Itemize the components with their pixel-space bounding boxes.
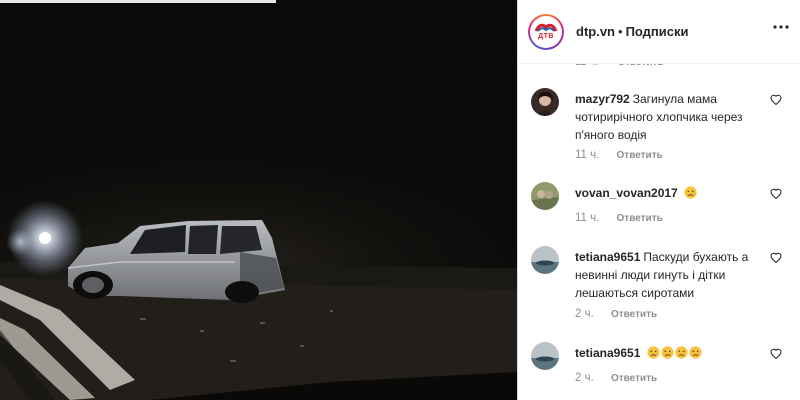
post-header: ДТВ dtp.vn • Подписки	[518, 0, 800, 64]
comment-username[interactable]: tetiana9651	[575, 346, 640, 360]
comment-text: tetiana9651😥😥😥😥	[575, 344, 765, 362]
more-dots-icon[interactable]	[773, 25, 789, 29]
sad-face-icon	[675, 346, 688, 359]
avatar-photo-icon	[531, 342, 559, 370]
heart-icon[interactable]	[770, 348, 782, 360]
post-photo[interactable]	[0, 0, 517, 400]
comment-text: mazyr792 Загинула мама чотирирічного хлоп…	[575, 90, 765, 144]
comment-text: tetiana9651 Паскуди бухають а невинні люд…	[575, 248, 765, 302]
comment-username[interactable]: tetiana9651	[575, 250, 640, 264]
commenter-avatar[interactable]	[531, 246, 559, 274]
heart-icon[interactable]	[770, 94, 782, 106]
sad-face-icon	[647, 346, 660, 359]
comments-list[interactable]: 11 ч. Ответить mazyr792Загинула мама чот…	[518, 56, 800, 400]
profile-avatar[interactable]: ДТВ	[528, 14, 564, 50]
dtv-logo: ДТВ	[530, 16, 562, 48]
comment-username[interactable]: vovan_vovan2017	[575, 186, 678, 200]
sad-face-icon	[689, 346, 702, 359]
post-side-panel: ДТВ dtp.vn•Подписки 11 ч. Ответить	[517, 0, 800, 400]
comment-time: 2 ч.	[575, 372, 594, 384]
dtv-logo-icon	[534, 23, 558, 32]
avatar-photo-icon	[531, 246, 559, 274]
comment-time: 2 ч.	[575, 308, 594, 320]
comment-username[interactable]: mazyr792	[575, 92, 630, 106]
comment-text: vovan_vovan2017 😥	[575, 184, 765, 202]
crash-scene-image	[0, 200, 517, 400]
comment-meta: 2 ч. Ответить	[575, 372, 657, 384]
logo-text: ДТВ	[538, 33, 554, 40]
avatar-photo-icon	[531, 182, 559, 210]
header-separator: •	[618, 24, 623, 39]
commenter-avatar[interactable]	[531, 182, 559, 210]
comment-meta: 11 ч. Ответить	[575, 149, 663, 161]
sad-face-icon	[684, 186, 697, 199]
comment-meta: 11 ч. Ответить	[575, 212, 663, 224]
header-line: dtp.vn • Подписки	[576, 24, 689, 39]
reply-button[interactable]: Ответить	[617, 213, 663, 224]
comment-time: 11 ч.	[575, 212, 600, 224]
post-username[interactable]: dtp.vn	[576, 24, 615, 39]
commenter-avatar[interactable]	[531, 342, 559, 370]
reply-button[interactable]: Ответить	[611, 373, 657, 384]
commenter-avatar[interactable]	[531, 88, 559, 116]
reply-button[interactable]: Ответить	[611, 309, 657, 320]
comment-meta: 2 ч. Ответить	[575, 308, 657, 320]
heart-icon[interactable]	[770, 252, 782, 264]
following-button[interactable]: Подписки	[626, 24, 689, 39]
heart-icon[interactable]	[770, 188, 782, 200]
car	[67, 220, 285, 303]
reply-button[interactable]: Ответить	[617, 150, 663, 161]
comment-time: 11 ч.	[575, 149, 600, 161]
avatar-photo-icon	[531, 88, 559, 116]
sad-face-icon	[661, 346, 674, 359]
